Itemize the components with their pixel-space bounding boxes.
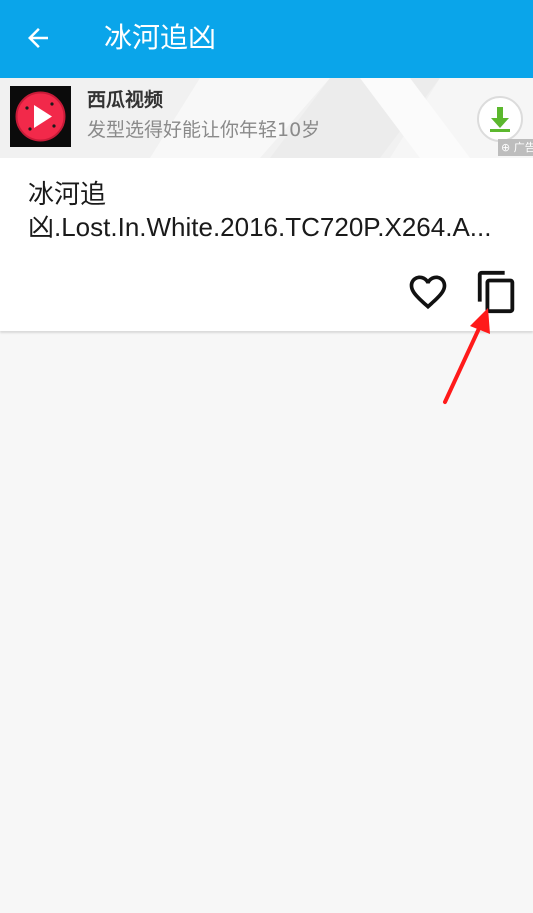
download-icon [477, 96, 523, 142]
resource-title-line-2: 凶.Lost.In.White.2016.TC720P.X264.A... [28, 212, 492, 242]
arrow-left-icon [28, 28, 48, 48]
back-button[interactable] [14, 14, 62, 62]
watermelon-play-logo [10, 86, 71, 147]
page-title: 冰河追凶 [104, 21, 217, 54]
copy-button[interactable] [474, 268, 520, 316]
ad-banner[interactable]: 西瓜视频 发型选得好能让你年轻10岁 ⊕ 广告 [0, 78, 533, 159]
ad-description: 发型选得好能让你年轻10岁 [87, 119, 321, 141]
copy-icon [477, 270, 515, 314]
ad-download-button[interactable] [476, 95, 524, 143]
resource-title: 冰河追 凶.Lost.In.White.2016.TC720P.X264.A..… [28, 178, 508, 244]
resource-title-line-1: 冰河追 [28, 179, 107, 209]
ad-app-name: 西瓜视频 [87, 89, 164, 111]
resource-card[interactable]: 冰河追 凶.Lost.In.White.2016.TC720P.X264.A..… [0, 158, 533, 331]
ad-label-badge: ⊕ 广告 [498, 139, 533, 156]
app-bar: 冰河追凶 [0, 0, 533, 78]
favorite-button[interactable] [406, 270, 450, 314]
heart-icon [409, 275, 447, 310]
